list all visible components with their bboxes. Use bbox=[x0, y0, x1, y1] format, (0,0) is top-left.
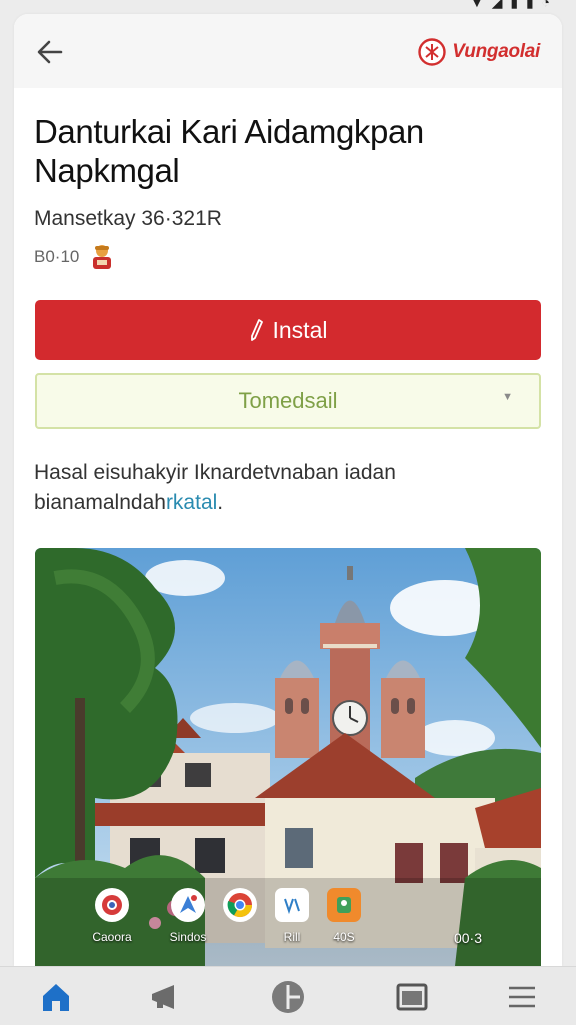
brand-logo-icon bbox=[418, 38, 446, 66]
status-bar: ▼ ◢ ▮ ▮ ◔ bbox=[0, 0, 576, 12]
dock-label: Sindos bbox=[169, 930, 207, 944]
brand-name: Vungaolai bbox=[452, 41, 540, 62]
description-link[interactable]: rkatal bbox=[166, 491, 217, 514]
pen-icon bbox=[250, 319, 263, 341]
size-row: B0·10 bbox=[34, 243, 115, 271]
menu-icon bbox=[509, 986, 535, 1008]
version-dropdown[interactable]: Tomedsail ▼ bbox=[35, 373, 541, 429]
arrow-left-icon bbox=[37, 40, 63, 64]
app-detail-card: Vungaolai Danturkai Kari Aidamgkpan Napk… bbox=[14, 14, 562, 966]
dropdown-value: Tomedsail bbox=[238, 388, 338, 413]
dock-label: Caoora bbox=[92, 930, 132, 944]
bottom-navigation bbox=[0, 966, 576, 1025]
dock-app[interactable]: 00·3 bbox=[439, 888, 497, 946]
home-icon bbox=[43, 984, 69, 1011]
app-meta: Mansetkay 36·321R bbox=[34, 207, 222, 230]
dock-label: Rill bbox=[283, 930, 301, 944]
screenshot-dock: Caoora Sindos Rill 40S 00·3 bbox=[35, 886, 541, 966]
nav-send[interactable] bbox=[144, 975, 188, 1019]
dock-label: 40S bbox=[333, 930, 355, 944]
app-size: B0·10 bbox=[34, 247, 80, 266]
dock-app[interactable]: 40S bbox=[315, 888, 373, 944]
app-description: Hasal eisuhakyir Iknardetvnaban iadan bi… bbox=[34, 458, 534, 518]
contacts-app-icon bbox=[327, 888, 361, 922]
chrome-app-icon bbox=[223, 888, 257, 922]
dock-app[interactable]: Sindos bbox=[159, 888, 217, 944]
install-label: Instal bbox=[272, 316, 328, 343]
caret-down-icon: ▼ bbox=[502, 391, 513, 403]
status-icons: ▼ ◢ ▮ ▮ ◔ bbox=[469, 0, 552, 10]
dock-app[interactable] bbox=[211, 888, 269, 930]
nav-home[interactable] bbox=[34, 975, 78, 1019]
brand[interactable]: Vungaolai bbox=[418, 36, 540, 68]
app-screenshot[interactable]: Caoora Sindos Rill 40S 00·3 bbox=[35, 548, 541, 966]
dock-app[interactable]: Rill bbox=[263, 888, 321, 944]
install-button[interactable]: Instal bbox=[35, 300, 541, 360]
clock-app-icon bbox=[451, 888, 485, 922]
dock-app[interactable]: Caoora bbox=[83, 888, 141, 944]
maps-app-icon bbox=[171, 888, 205, 922]
app-title: Danturkai Kari Aidamgkpan Napkmgal bbox=[34, 113, 424, 189]
window-icon bbox=[396, 983, 428, 1011]
camera-app-icon bbox=[95, 888, 129, 922]
top-app-bar: Vungaolai bbox=[14, 14, 562, 88]
nav-menu[interactable] bbox=[500, 975, 544, 1019]
developer-avatar-icon bbox=[93, 245, 112, 269]
pie-icon bbox=[272, 981, 304, 1013]
nav-apps[interactable] bbox=[266, 975, 310, 1019]
nav-window[interactable] bbox=[390, 975, 434, 1019]
back-button[interactable] bbox=[32, 34, 68, 70]
megaphone-icon bbox=[152, 985, 174, 1009]
description-tail: . bbox=[217, 491, 224, 514]
dock-label: 00·3 bbox=[453, 930, 483, 946]
notes-app-icon bbox=[275, 888, 309, 922]
